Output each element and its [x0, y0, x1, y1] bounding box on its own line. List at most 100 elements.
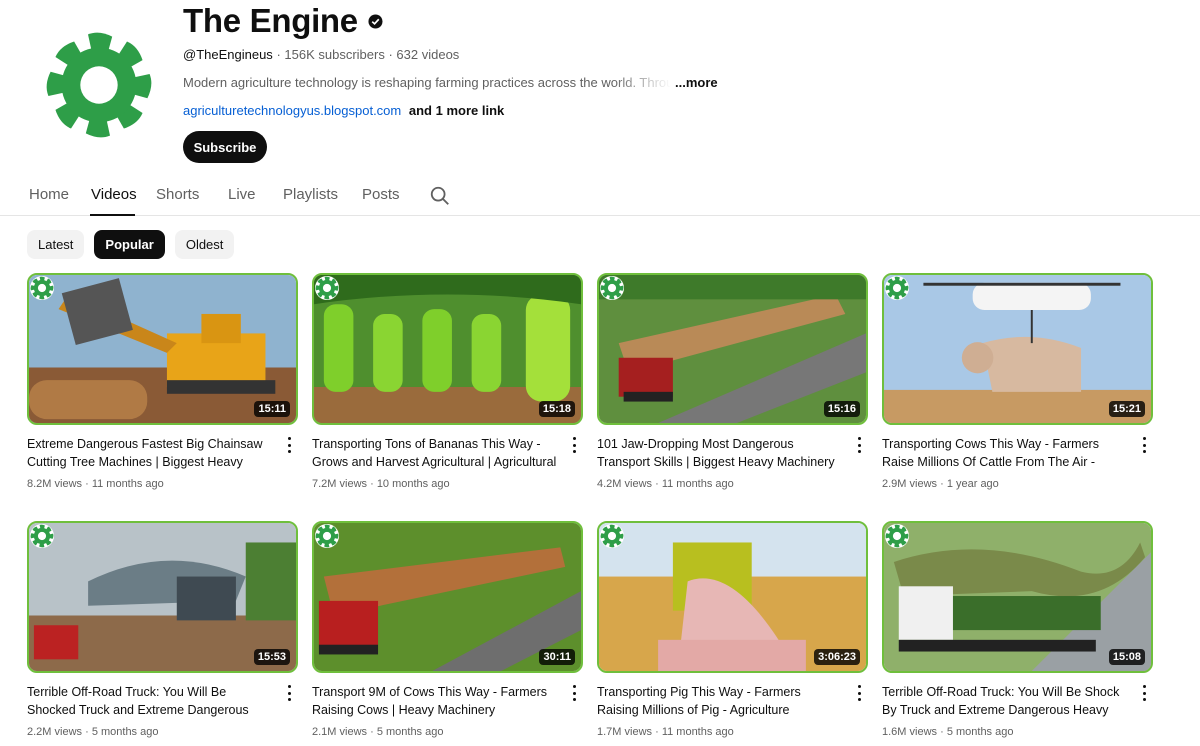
channel-watermark-icon — [30, 276, 54, 300]
tab-videos[interactable]: Videos — [91, 186, 137, 203]
video-meta: 2.1M views · 5 months ago — [312, 726, 444, 738]
more-actions-icon[interactable] — [571, 437, 577, 453]
video-title[interactable]: Extreme Dangerous Fastest Big Chainsaw C… — [27, 435, 273, 471]
subscribe-button[interactable]: Subscribe — [183, 131, 267, 163]
channel-tabs: Home Videos Shorts Live Playlists Posts — [0, 170, 1200, 216]
tab-shorts[interactable]: Shorts — [156, 186, 199, 203]
channel-watermark-icon — [315, 524, 339, 548]
view-count: 2.1M views — [312, 726, 368, 738]
active-tab-indicator — [90, 214, 135, 216]
more-actions-icon[interactable] — [571, 685, 577, 701]
video-card[interactable]: 15:18 Transporting Tons of Bananas This … — [312, 273, 583, 490]
more-actions-icon[interactable] — [856, 437, 862, 453]
tab-home[interactable]: Home — [29, 186, 69, 203]
more-actions-icon[interactable] — [286, 437, 292, 453]
channel-header: The Engine @TheEngineus · 156K subscribe… — [0, 0, 1200, 170]
view-count: 4.2M views — [597, 478, 653, 490]
video-thumbnail[interactable]: 15:21 — [882, 273, 1153, 425]
subscriber-count: 156K subscribers — [284, 47, 385, 62]
video-thumbnail[interactable]: 30:11 — [312, 521, 583, 673]
channel-watermark-icon — [600, 276, 624, 300]
channel-watermark-icon — [30, 524, 54, 548]
video-title[interactable]: Terrible Off-Road Truck: You Will Be Sho… — [882, 683, 1128, 719]
chip-oldest[interactable]: Oldest — [174, 230, 235, 259]
video-thumbnail[interactable]: 3:06:23 — [597, 521, 868, 673]
channel-watermark-icon — [885, 524, 909, 548]
video-thumbnail[interactable]: 15:16 — [597, 273, 868, 425]
video-thumbnail[interactable]: 15:11 — [27, 273, 298, 425]
video-thumbnail[interactable]: 15:53 — [27, 521, 298, 673]
tab-posts[interactable]: Posts — [362, 186, 400, 203]
video-duration: 15:16 — [823, 401, 860, 417]
video-count: 632 videos — [396, 47, 460, 62]
sort-chips: Latest Popular Oldest — [27, 230, 235, 259]
video-meta: 2.2M views · 5 months ago — [27, 726, 159, 738]
video-card[interactable]: 15:11 Extreme Dangerous Fastest Big Chai… — [27, 273, 298, 490]
chip-latest[interactable]: Latest — [27, 230, 85, 259]
upload-age: 11 months ago — [91, 478, 164, 490]
view-count: 2.2M views — [27, 726, 83, 738]
video-duration: 3:06:23 — [814, 649, 860, 665]
more-actions-icon[interactable] — [856, 685, 862, 701]
channel-link[interactable]: agriculturetechnologyus.blogspot.com — [183, 103, 401, 118]
channel-description[interactable]: Modern agriculture technology is reshapi… — [183, 75, 718, 90]
more-link[interactable]: ...more — [675, 75, 718, 90]
channel-watermark-icon — [885, 276, 909, 300]
video-duration: 15:11 — [254, 401, 290, 417]
video-card[interactable]: 15:16 101 Jaw-Dropping Most Dangerous Tr… — [597, 273, 868, 490]
video-duration: 30:11 — [539, 649, 575, 665]
channel-links: agriculturetechnologyus.blogspot.com and… — [183, 103, 504, 118]
video-card[interactable]: 15:21 Transporting Cows This Way - Farme… — [882, 273, 1153, 490]
video-meta: 8.2M views · 11 months ago — [27, 478, 164, 490]
channel-avatar[interactable] — [44, 30, 154, 140]
chip-popular[interactable]: Popular — [94, 230, 165, 259]
video-card[interactable]: 3:06:23 Transporting Pig This Way - Farm… — [597, 521, 868, 738]
view-count: 1.7M views — [597, 726, 653, 738]
channel-handle: @TheEngineus — [183, 47, 273, 62]
channel-watermark-icon — [600, 524, 624, 548]
description-text: Modern agriculture technology is reshapi… — [183, 75, 671, 90]
view-count: 7.2M views — [312, 478, 368, 490]
video-meta: 2.9M views · 1 year ago — [882, 478, 999, 490]
video-card[interactable]: 15:53 Terrible Off-Road Truck: You Will … — [27, 521, 298, 738]
video-meta: 1.7M views · 11 months ago — [597, 726, 734, 738]
video-title[interactable]: 101 Jaw-Dropping Most Dangerous Transpor… — [597, 435, 843, 471]
upload-age: 5 months ago — [946, 726, 1014, 738]
video-duration: 15:18 — [538, 401, 575, 417]
channel-name: The Engine — [183, 2, 358, 39]
video-thumbnail[interactable]: 15:08 — [882, 521, 1153, 673]
channel-title-row: The Engine — [183, 2, 383, 40]
video-duration: 15:08 — [1108, 649, 1145, 665]
channel-watermark-icon — [315, 276, 339, 300]
upload-age: 5 months ago — [376, 726, 444, 738]
video-meta: 7.2M views · 10 months ago — [312, 478, 450, 490]
video-title[interactable]: Transporting Pig This Way - Farmers Rais… — [597, 683, 843, 719]
video-duration: 15:53 — [253, 649, 290, 665]
more-links-button[interactable]: and 1 more link — [409, 103, 504, 118]
video-title[interactable]: Transporting Tons of Bananas This Way - … — [312, 435, 558, 471]
view-count: 1.6M views — [882, 726, 938, 738]
upload-age: 1 year ago — [946, 478, 999, 490]
more-actions-icon[interactable] — [286, 685, 292, 701]
video-title[interactable]: Transporting Cows This Way - Farmers Rai… — [882, 435, 1128, 471]
more-actions-icon[interactable] — [1141, 437, 1147, 453]
upload-age: 11 months ago — [661, 726, 734, 738]
video-duration: 15:21 — [1108, 401, 1145, 417]
video-meta: 4.2M views · 11 months ago — [597, 478, 734, 490]
tab-live[interactable]: Live — [228, 186, 256, 203]
verified-check-icon — [368, 13, 383, 29]
search-icon[interactable] — [429, 185, 451, 207]
view-count: 8.2M views — [27, 478, 83, 490]
video-card[interactable]: 15:08 Terrible Off-Road Truck: You Will … — [882, 521, 1153, 738]
upload-age: 10 months ago — [376, 478, 450, 490]
view-count: 2.9M views — [882, 478, 938, 490]
tab-playlists[interactable]: Playlists — [283, 186, 338, 203]
video-thumbnail[interactable]: 15:18 — [312, 273, 583, 425]
upload-age: 11 months ago — [661, 478, 734, 490]
channel-meta: @TheEngineus · 156K subscribers · 632 vi… — [183, 47, 460, 62]
video-title[interactable]: Transport 9M of Cows This Way - Farmers … — [312, 683, 558, 719]
video-card[interactable]: 30:11 Transport 9M of Cows This Way - Fa… — [312, 521, 583, 738]
more-actions-icon[interactable] — [1141, 685, 1147, 701]
video-title[interactable]: Terrible Off-Road Truck: You Will Be Sho… — [27, 683, 273, 719]
video-meta: 1.6M views · 5 months ago — [882, 726, 1014, 738]
